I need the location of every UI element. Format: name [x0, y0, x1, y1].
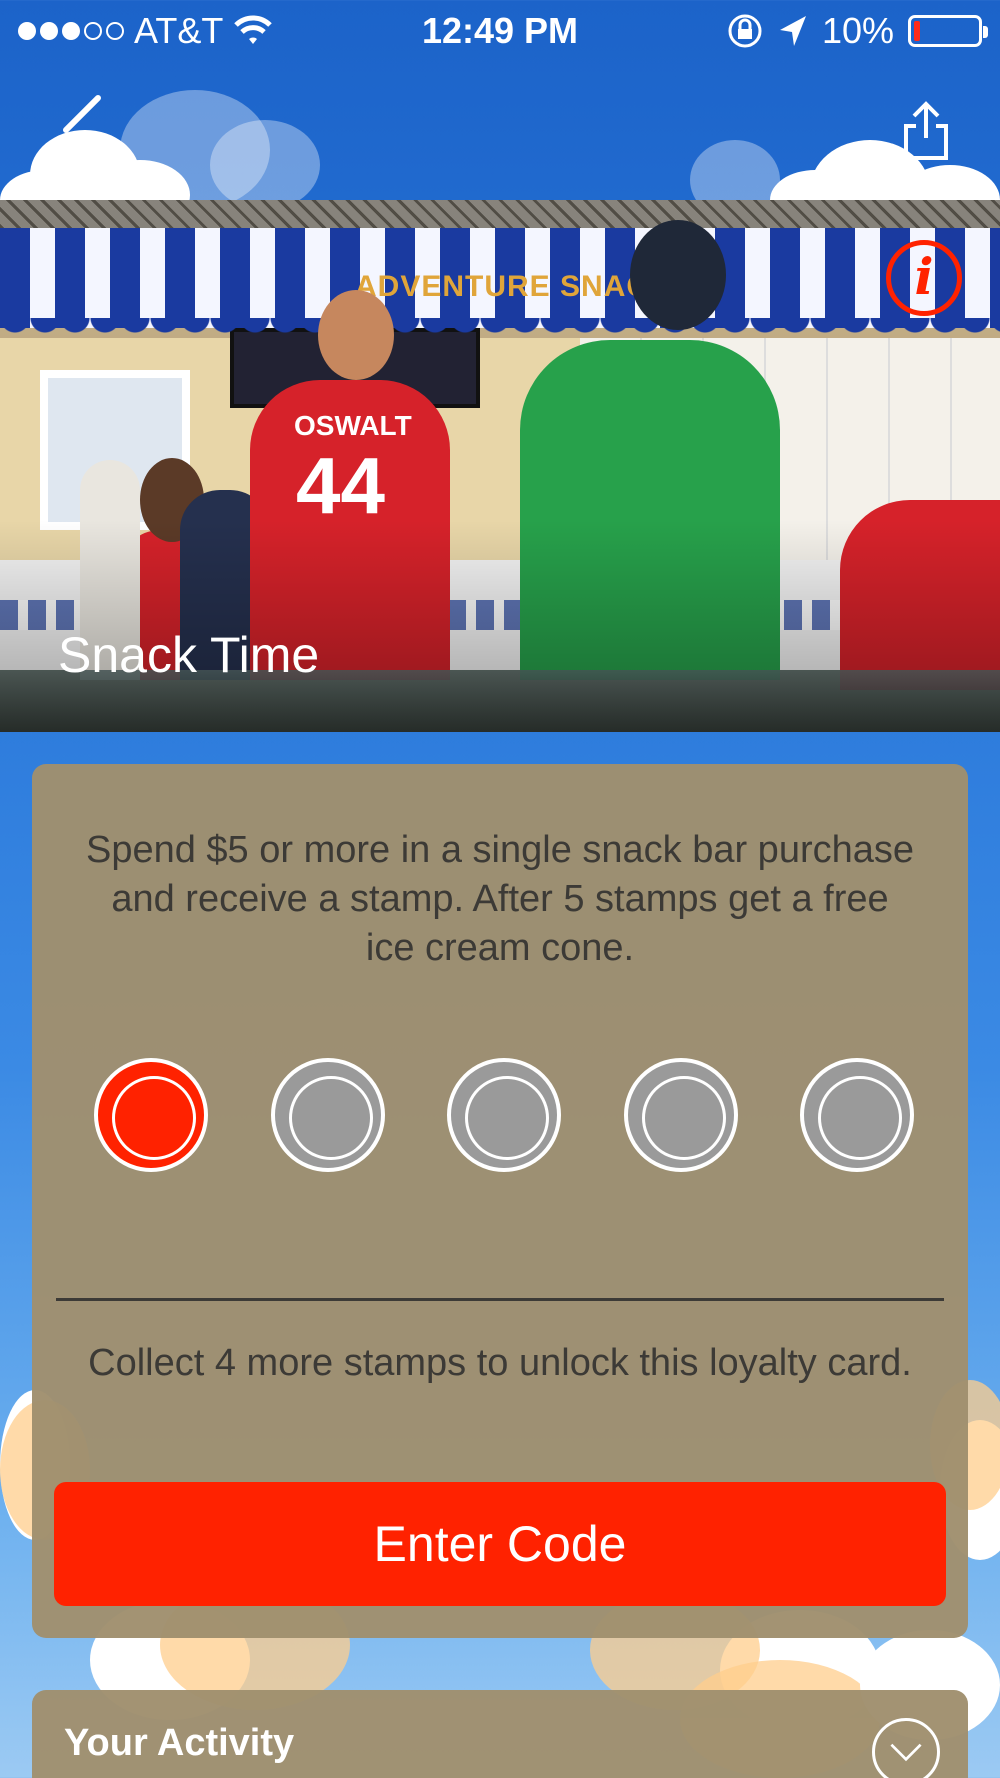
jersey-number: 44: [296, 441, 385, 530]
battery-icon: [908, 15, 988, 47]
back-arrow-icon[interactable]: [58, 94, 118, 154]
stamps-remaining-text: Collect 4 more stamps to unlock this loy…: [88, 1342, 912, 1384]
info-button[interactable]: i: [886, 240, 962, 316]
rotation-lock-icon: [728, 14, 762, 48]
stamp-empty: [800, 1058, 914, 1172]
location-arrow-icon: [779, 16, 806, 46]
stamp-empty: [447, 1058, 561, 1172]
loyalty-card: Spend $5 or more in a single snack bar p…: [32, 764, 968, 1638]
battery-level: [914, 21, 920, 41]
activity-title: Your Activity: [64, 1722, 295, 1764]
stamp-filled: [94, 1058, 208, 1172]
battery-percent: 10%: [821, 10, 894, 51]
share-icon[interactable]: [896, 100, 956, 160]
status-bar: AT&T 12:49 PM 10%: [0, 0, 1000, 64]
hero-title: Snack Time: [58, 627, 320, 683]
stamp-empty: [623, 1058, 738, 1172]
card-description: Spend $5 or more in a single snack bar p…: [85, 829, 915, 969]
divider: [56, 1298, 944, 1301]
snack-bar-sign: ADVENTURE SNACK: [355, 270, 672, 303]
stamp-empty: [270, 1058, 385, 1172]
activity-section[interactable]: Your Activity: [32, 1690, 968, 1778]
nav-bar: [0, 64, 1000, 200]
hero-image: ADVENTURE SNACK OSWALT 44 i Snack Time: [0, 200, 1000, 732]
stamp-row: [94, 1058, 914, 1172]
status-right: 10%: [726, 10, 988, 52]
chevron-down-icon[interactable]: [872, 1718, 940, 1778]
enter-code-button[interactable]: Enter Code: [54, 1482, 946, 1606]
jersey-name: OSWALT: [294, 410, 412, 441]
